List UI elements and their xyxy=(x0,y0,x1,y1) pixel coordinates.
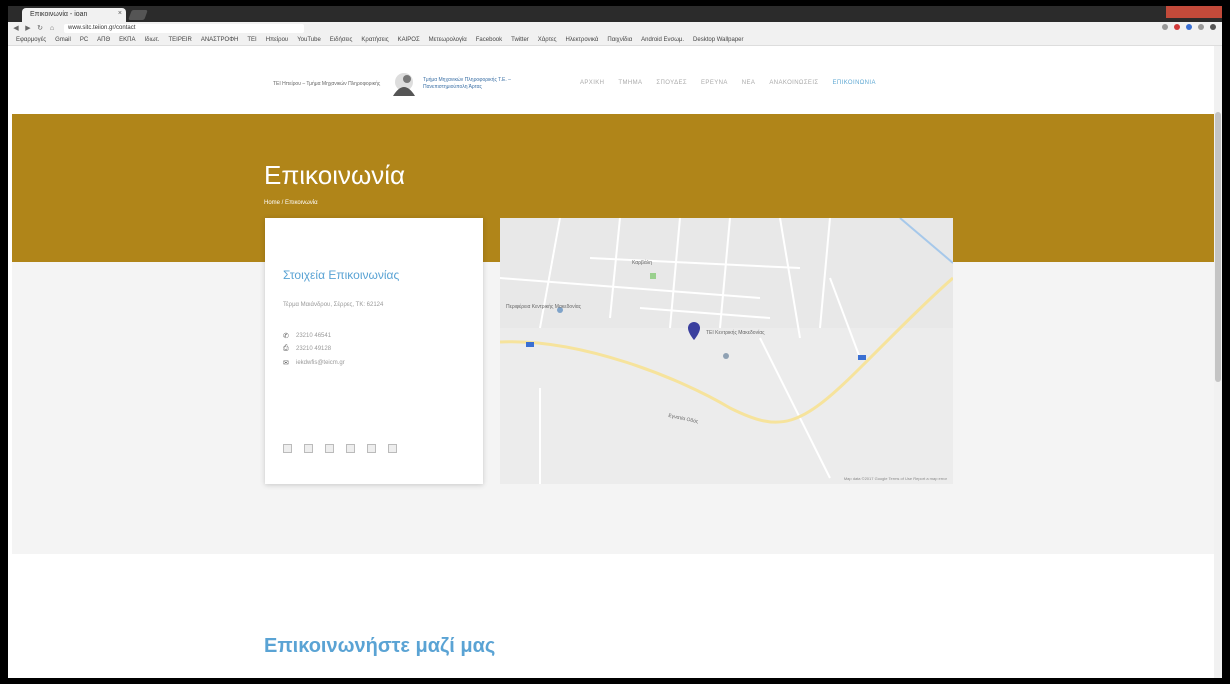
logo-left-text: ΤΕΙ Ηπείρου – Τμήμα Μηχανικών Πληροφορικ… xyxy=(273,80,381,87)
youtube-icon[interactable] xyxy=(367,444,376,453)
bookmark-item[interactable]: Ηλεκτρονικά xyxy=(566,37,599,43)
fax-number: 23210 49128 xyxy=(296,346,332,352)
forward-icon[interactable]: ▶ xyxy=(24,25,32,33)
map-credit[interactable]: Map data ©2017 Google Terms of Use Repor… xyxy=(844,476,947,481)
contact-info-card: Στοιχεία Επικοινωνίας Τέρμα Μαιάνδρου, Σ… xyxy=(265,218,483,484)
bookmark-item[interactable]: Μετεωρολογία xyxy=(429,37,467,43)
logo-right-text: Τμήμα Μηχανικών Πληροφορικής Τ.Ε. – Πανε… xyxy=(423,77,511,90)
bookmark-item[interactable]: Εφαρμογές xyxy=(16,37,46,43)
site-header: ΤΕΙ Ηπείρου – Τμήμα Μηχανικών Πληροφορικ… xyxy=(8,46,1222,120)
phone-number[interactable]: 23210 46541 xyxy=(296,333,331,339)
site-logo[interactable]: ΤΕΙ Ηπείρου – Τμήμα Μηχανικών Πληροφορικ… xyxy=(273,70,539,98)
nav-item-home[interactable]: ΑΡΧΙΚΗ xyxy=(580,80,604,86)
tab-close-icon[interactable]: × xyxy=(118,10,122,17)
bookmark-item[interactable]: Ειδήσεις xyxy=(330,37,353,43)
url-field[interactable]: www.sitc.teiion.gr/contact xyxy=(64,24,304,33)
address-text: Τέρμα Μαιάνδρου, Σέρρες, ΤΚ: 62124 xyxy=(283,302,384,308)
address-bar: ◀ ▶ ↻ ⌂ www.sitc.teiion.gr/contact xyxy=(8,22,1222,35)
tab-bar: Επικοινωνία - ioan × xyxy=(8,6,1222,22)
map-place-label: Καρβάλη xyxy=(632,260,653,266)
extension-icon[interactable] xyxy=(1174,24,1180,30)
reload-icon[interactable]: ↻ xyxy=(36,25,44,33)
email-row: ✉ iekdwfis@teicm.gr xyxy=(283,359,345,367)
nav-item-announcements[interactable]: ΑΝΑΚΟΙΝΩΣΕΙΣ xyxy=(769,80,818,86)
phone-icon: ✆ xyxy=(283,333,289,340)
fax-icon: ⎙ xyxy=(283,345,289,352)
bookmark-item[interactable]: Twitter xyxy=(511,37,529,43)
tab-title: Επικοινωνία - ioan xyxy=(30,11,88,18)
home-icon[interactable]: ⌂ xyxy=(48,25,56,33)
new-tab-button[interactable] xyxy=(128,10,148,20)
google-map[interactable]: Περιφέρεια Κεντρικής Μακεδονίας ΤΕΙ Κεντ… xyxy=(500,218,953,484)
linkedin-icon[interactable] xyxy=(346,444,355,453)
bookmark-item[interactable]: TEIPEIR xyxy=(169,37,192,43)
main-nav: ΑΡΧΙΚΗ ΤΜΗΜΑ ΣΠΟΥΔΕΣ ΕΡΕΥΝΑ ΝΕΑ ΑΝΑΚΟΙΝΩ… xyxy=(580,80,876,86)
extension-icon[interactable] xyxy=(1186,24,1192,30)
envelope-icon: ✉ xyxy=(283,360,289,367)
window-controls[interactable] xyxy=(1166,6,1222,18)
nav-item-studies[interactable]: ΣΠΟΥΔΕΣ xyxy=(656,80,687,86)
bookmark-item[interactable]: Κρατήσεις xyxy=(361,37,388,43)
bookmark-item[interactable]: YouTube xyxy=(297,37,321,43)
bookmark-item[interactable]: ΕΚΠΑ xyxy=(119,37,135,43)
bookmark-item[interactable]: Facebook xyxy=(476,37,502,43)
map-canvas[interactable] xyxy=(500,218,953,484)
bookmark-item[interactable]: Χάρτες xyxy=(538,37,557,43)
bookmark-item[interactable]: Desktop Wallpaper xyxy=(693,37,743,43)
fax-row: ⎙ 23210 49128 xyxy=(283,345,331,353)
bookmarks-bar: Εφαρμογές Gmail PC ΑΠΘ ΕΚΠΑ Ιδιωτ. TEIPEIR ΑΝΑΣ… xyxy=(8,35,1222,46)
bookmark-item[interactable]: Ηπείρου xyxy=(266,37,289,43)
twitter-icon[interactable] xyxy=(325,444,334,453)
scrollbar[interactable] xyxy=(1214,46,1222,678)
bookmark-item[interactable]: ΤΕΙ xyxy=(247,37,256,43)
social-icon[interactable] xyxy=(283,444,292,453)
map-place-label: ΤΕΙ Κεντρικής Μακεδονίας xyxy=(706,330,765,336)
extension-icon[interactable] xyxy=(1198,24,1204,30)
browser-tab[interactable]: Επικοινωνία - ioan × xyxy=(22,8,126,22)
bookmark-item[interactable]: Παιχνίδια xyxy=(607,37,632,43)
nav-item-research[interactable]: ΕΡΕΥΝΑ xyxy=(701,80,728,86)
bookmark-item[interactable]: Ιδιωτ. xyxy=(145,37,160,43)
scrollbar-thumb[interactable] xyxy=(1215,112,1221,382)
map-place-label: Περιφέρεια Κεντρικής Μακεδονίας xyxy=(506,304,582,310)
bookmark-item[interactable]: Gmail xyxy=(55,37,71,43)
email-link[interactable]: iekdwfis@teicm.gr xyxy=(296,360,345,366)
bookmark-item[interactable]: ΑΠΘ xyxy=(97,37,110,43)
menu-icon[interactable] xyxy=(1210,24,1216,30)
bookmark-item[interactable]: ΚΑΙΡΟΣ xyxy=(398,37,420,43)
nav-item-department[interactable]: ΤΜΗΜΑ xyxy=(618,80,642,86)
extension-icons xyxy=(1162,24,1216,30)
bookmark-item[interactable]: Android Ενσωμ. xyxy=(641,37,684,43)
back-icon[interactable]: ◀ xyxy=(12,25,20,33)
nav-item-contact[interactable]: ΕΠΙΚΟΙΝΩΝΙΑ xyxy=(833,80,876,86)
breadcrumb[interactable]: Home / Επικοινωνία xyxy=(264,200,318,206)
rss-icon[interactable] xyxy=(388,444,397,453)
bookmark-item[interactable]: ΑΝΑΣΤΡΟΦΗ xyxy=(201,37,239,43)
nav-item-news[interactable]: ΝΕΑ xyxy=(742,80,756,86)
contact-section-title: Επικοινωνήστε μαζί μας xyxy=(264,635,496,657)
logo-emblem-icon xyxy=(393,73,415,96)
extension-icon[interactable] xyxy=(1162,24,1168,30)
card-title: Στοιχεία Επικοινωνίας xyxy=(283,268,400,282)
facebook-icon[interactable] xyxy=(304,444,313,453)
phone-row: ✆ 23210 46541 xyxy=(283,332,331,340)
bookmark-item[interactable]: PC xyxy=(80,37,88,43)
social-links xyxy=(283,444,397,453)
page-title: Επικοινωνία xyxy=(264,160,406,190)
